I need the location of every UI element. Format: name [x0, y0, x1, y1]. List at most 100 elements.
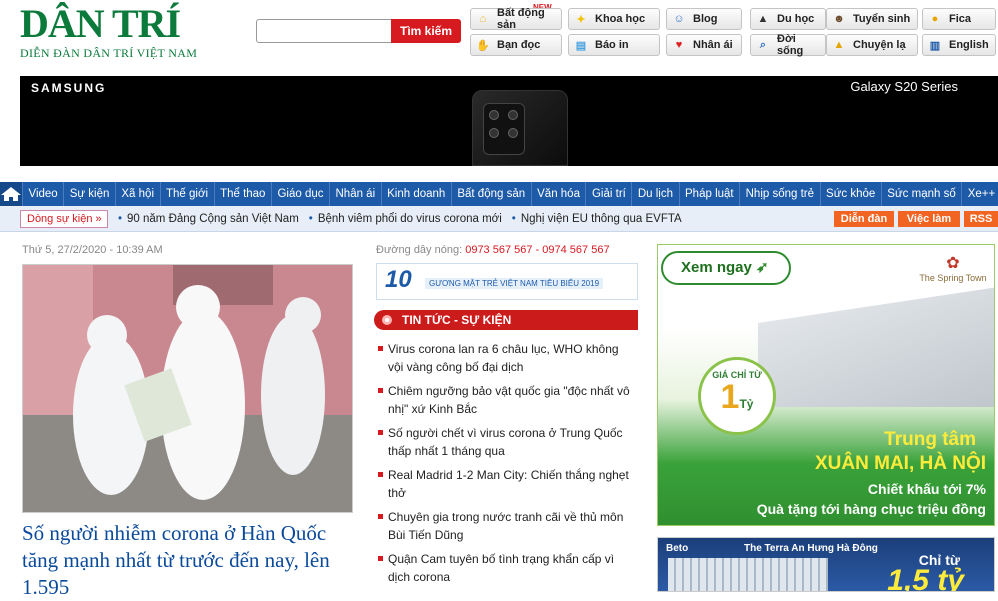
ad2-price-value: 1,5 tỷ: [887, 564, 964, 592]
nav-item[interactable]: Giải trí: [585, 182, 631, 206]
quick-link-6[interactable]: ✋ Bạn đọc: [470, 34, 562, 56]
ad-line-4: Quà tặng tới hàng chục triệu đồng: [756, 501, 986, 517]
quick-link-label: Khoa học: [595, 13, 646, 25]
news-item[interactable]: Số người chết vì virus corona ở Trung Qu…: [376, 424, 632, 460]
main-nav: Video Sự kiện Xã hội Thế giới Thể thao Giáo d…: [0, 182, 998, 206]
people-icon: ☺: [673, 13, 685, 25]
house-key-icon: ⌂: [479, 13, 487, 25]
quick-link-11[interactable]: ▥ English: [922, 34, 996, 56]
logo-text: DÂN TRÍ: [20, 1, 181, 46]
rss-button[interactable]: RSS: [964, 211, 998, 227]
news-item[interactable]: Chiêm ngưỡng bảo vật quốc gia "độc nhất …: [376, 382, 632, 418]
nav-item[interactable]: Thế giới: [159, 182, 214, 206]
nav-item[interactable]: Nhân ái: [329, 182, 381, 206]
spring-town-ad[interactable]: Xem ngay ➶ ✿ The Spring Town GIÁ CHỈ TỪ …: [657, 244, 995, 526]
article-date: Thứ 5, 27/2/2020 - 10:39 AM: [22, 244, 163, 256]
book-icon: ▥: [929, 39, 941, 52]
news-item[interactable]: Chuyên gia trong nước tranh cãi về thủ m…: [376, 508, 632, 544]
search-button[interactable]: Tìm kiếm: [391, 19, 461, 43]
bullet-icon: •: [308, 212, 313, 225]
site-header: DÂN TRÍ DIỄN ĐÀN DÂN TRÍ VIỆT NAM Tìm ki…: [0, 0, 998, 76]
ad2-project: The Terra An Hưng Hà Đông: [744, 543, 878, 554]
ad-line-3: Chiết khấu tới 7%: [867, 481, 986, 497]
coins-icon: ●: [931, 13, 939, 25]
phone-image: [472, 90, 568, 166]
trend-label[interactable]: Dòng sự kiện »: [20, 209, 108, 228]
quick-link-label: English: [949, 39, 989, 51]
quick-link-1[interactable]: ✦ Khoa học: [568, 8, 660, 30]
young-faces-promo[interactable]: 10 GƯƠNG MẶT TRẺ VIỆT NAM TIÊU BIỂU 2019: [376, 263, 638, 300]
article-image[interactable]: [22, 264, 353, 513]
trend-item[interactable]: • 90 năm Đảng Cộng sản Việt Nam: [118, 213, 299, 225]
ad-cta-button[interactable]: Xem ngay ➶: [661, 251, 791, 285]
nav-item[interactable]: Xã hội: [114, 182, 160, 206]
nav-item[interactable]: Xe++: [961, 182, 998, 206]
ad-logo-text: The Spring Town: [919, 273, 987, 283]
trend-text: Bệnh viêm phổi do virus corona mới: [317, 212, 502, 225]
site-logo[interactable]: DÂN TRÍ DIỄN ĐÀN DÂN TRÍ VIỆT NAM: [20, 4, 200, 62]
quick-link-label: Du học: [777, 13, 815, 25]
quick-link-label: Fica: [949, 13, 972, 25]
nav-item[interactable]: Du lịch: [631, 182, 678, 206]
cursor-icon: ➶: [756, 259, 769, 276]
hotline: Đường dây nóng: 0973 567 567 - 0974 567 …: [376, 244, 610, 256]
news-list: Virus corona lan ra 6 châu lục, WHO khôn…: [376, 340, 632, 592]
nav-item[interactable]: Thể thao: [213, 182, 271, 206]
bullet-icon: [382, 315, 392, 325]
quick-link-3[interactable]: ▲ Du học: [750, 8, 826, 30]
news-section-title[interactable]: TIN TỨC - SỰ KIỆN: [374, 310, 638, 330]
nav-item[interactable]: Video: [22, 182, 63, 206]
quick-link-label: Tuyển sinh: [853, 13, 911, 25]
news-item[interactable]: Real Madrid 1-2 Man City: Chiến thắng ng…: [376, 466, 632, 502]
banner-brand: SAMSUNG: [31, 81, 107, 95]
samsung-banner-ad[interactable]: SAMSUNG Galaxy S20 Series: [20, 76, 998, 166]
nav-item[interactable]: Pháp luật: [678, 182, 740, 206]
terra-ad[interactable]: Beto The Terra An Hưng Hà Đông Chỉ từ 1,…: [657, 537, 995, 592]
quick-link-7[interactable]: ▤ Báo in: [568, 34, 660, 56]
news-item[interactable]: Quận Cam tuyên bố tình trạng khẩn cấp vì…: [376, 550, 632, 586]
nav-item[interactable]: Bất động sản: [450, 182, 531, 206]
nav-item[interactable]: Sự kiện: [63, 182, 115, 206]
nav-item[interactable]: Kinh doanh: [380, 182, 451, 206]
tower-image: [668, 558, 828, 591]
forum-button[interactable]: Diễn đàn: [834, 211, 894, 227]
ad-line-2: XUÂN MAI, HÀ NỘI: [815, 453, 986, 474]
quick-link-4[interactable]: ☻ Tuyển sinh: [826, 8, 918, 30]
nav-item[interactable]: Giáo dục: [270, 182, 329, 206]
article-headline[interactable]: Số người nhiễm corona ở Hàn Quốc tăng mạ…: [22, 520, 362, 601]
nav-item[interactable]: Sức khỏe: [819, 182, 881, 206]
ad-cta-label: Xem ngay: [681, 259, 752, 276]
student-icon: ☻: [833, 13, 845, 25]
ad-logo: ✿ The Spring Town: [918, 253, 988, 283]
quick-link-label: Chuyện lạ: [853, 39, 906, 51]
quick-link-10[interactable]: ▲ Chuyện lạ: [826, 34, 918, 56]
quick-link-5[interactable]: ● Fica: [922, 8, 996, 30]
hotline-label: Đường dây nóng:: [376, 244, 463, 256]
nav-item[interactable]: Sức mạnh số: [880, 182, 961, 206]
quick-link-label: Blog: [693, 13, 718, 25]
search-input[interactable]: [256, 19, 392, 43]
jobs-button[interactable]: Việc làm: [898, 211, 960, 227]
quick-link-8[interactable]: ♥ Nhân ái: [666, 34, 742, 56]
trend-item[interactable]: • Bệnh viêm phổi do virus corona mới: [309, 213, 502, 225]
bullet-icon: •: [118, 212, 123, 225]
news-section-label: TIN TỨC - SỰ KIỆN: [402, 313, 512, 327]
bullet-icon: •: [511, 212, 516, 225]
nav-item[interactable]: Nhịp sống trẻ: [739, 182, 819, 206]
graduation-cap-icon: ▲: [757, 13, 769, 25]
ad-line-1: Trung tâm: [884, 429, 976, 450]
trend-item[interactable]: • Nghị viện EU thông qua EVFTA: [512, 213, 682, 225]
nav-item[interactable]: Văn hóa: [530, 182, 586, 206]
ad-price-badge: GIÁ CHỈ TỪ 1Tỷ: [698, 357, 776, 435]
magnifier-icon: ⌕: [759, 38, 767, 51]
news-item[interactable]: Virus corona lan ra 6 châu lục, WHO khôn…: [376, 340, 632, 376]
logo-tagline: DIỄN ĐÀN DÂN TRÍ VIỆT NAM: [20, 46, 198, 60]
thumbs-up-icon: ▲: [833, 39, 845, 51]
quick-link-2[interactable]: ☺ Blog: [666, 8, 742, 30]
quick-link-9[interactable]: ⌕ Đời sống: [750, 33, 826, 57]
quick-link-0[interactable]: ⌂ Bất động sản: [470, 7, 562, 31]
promo-number: 10: [385, 266, 412, 293]
quick-link-label: Đời sống: [777, 33, 804, 57]
quick-link-label: Bạn đọc: [497, 39, 541, 51]
home-icon[interactable]: [0, 182, 22, 206]
